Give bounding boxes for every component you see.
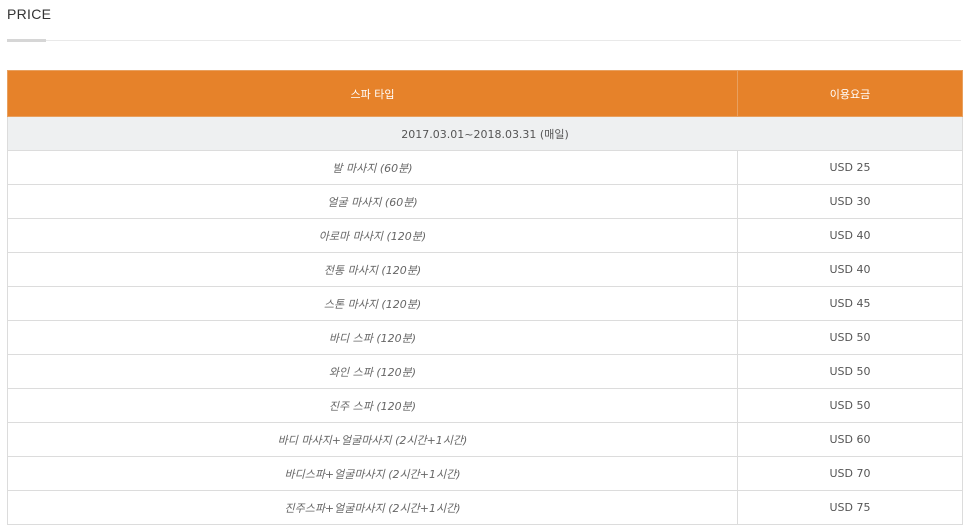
price-cell: USD 70 [737, 456, 963, 491]
price-cell: USD 50 [737, 320, 963, 355]
table-row: 얼굴 마사지 (60분) USD 30 [7, 184, 963, 219]
table-row: 바디스파+얼굴마사지 (2시간+1시간) USD 70 [7, 456, 963, 491]
price-cell: USD 30 [737, 184, 963, 219]
price-cell: USD 50 [737, 354, 963, 389]
spa-type-cell: 아로마 마사지 (120분) [7, 218, 738, 253]
spa-type-cell: 얼굴 마사지 (60분) [7, 184, 738, 219]
price-table: 스파 타입 이용요금 2017.03.01~2018.03.31 (매일) 발 … [7, 70, 963, 525]
table-row: 스톤 마사지 (120분) USD 45 [7, 286, 963, 321]
price-cell: USD 75 [737, 490, 963, 525]
table-row: 진주 스파 (120분) USD 50 [7, 388, 963, 423]
period-label: 2017.03.01~2018.03.31 (매일) [7, 116, 963, 151]
spa-type-cell: 바디스파+얼굴마사지 (2시간+1시간) [7, 456, 738, 491]
price-cell: USD 60 [737, 422, 963, 457]
table-row: 와인 스파 (120분) USD 50 [7, 354, 963, 389]
table-row: 바디 스파 (120분) USD 50 [7, 320, 963, 355]
spa-type-cell: 바디 스파 (120분) [7, 320, 738, 355]
spa-type-cell: 진주스파+얼굴마사지 (2시간+1시간) [7, 490, 738, 525]
section-title: PRICE [7, 6, 52, 22]
spa-type-cell: 스톤 마사지 (120분) [7, 286, 738, 321]
spa-type-cell: 전통 마사지 (120분) [7, 252, 738, 287]
header-price: 이용요금 [737, 70, 963, 117]
spa-type-cell: 와인 스파 (120분) [7, 354, 738, 389]
spa-type-cell: 발 마사지 (60분) [7, 150, 738, 185]
price-cell: USD 25 [737, 150, 963, 185]
table-row: 진주스파+얼굴마사지 (2시간+1시간) USD 75 [7, 490, 963, 525]
spa-type-cell: 바디 마사지+얼굴마사지 (2시간+1시간) [7, 422, 738, 457]
table-row: 발 마사지 (60분) USD 25 [7, 150, 963, 185]
table-row: 아로마 마사지 (120분) USD 40 [7, 218, 963, 253]
price-cell: USD 50 [737, 388, 963, 423]
price-cell: USD 45 [737, 286, 963, 321]
price-cell: USD 40 [737, 218, 963, 253]
table-row: 바디 마사지+얼굴마사지 (2시간+1시간) USD 60 [7, 422, 963, 457]
header-spa-type: 스파 타입 [7, 70, 738, 117]
price-cell: USD 40 [737, 252, 963, 287]
table-header-row: 스파 타입 이용요금 [7, 70, 963, 117]
spa-type-cell: 진주 스파 (120분) [7, 388, 738, 423]
table-row: 전통 마사지 (120분) USD 40 [7, 252, 963, 287]
period-row: 2017.03.01~2018.03.31 (매일) [7, 116, 963, 151]
title-divider [7, 40, 961, 41]
title-divider-accent [7, 39, 46, 42]
